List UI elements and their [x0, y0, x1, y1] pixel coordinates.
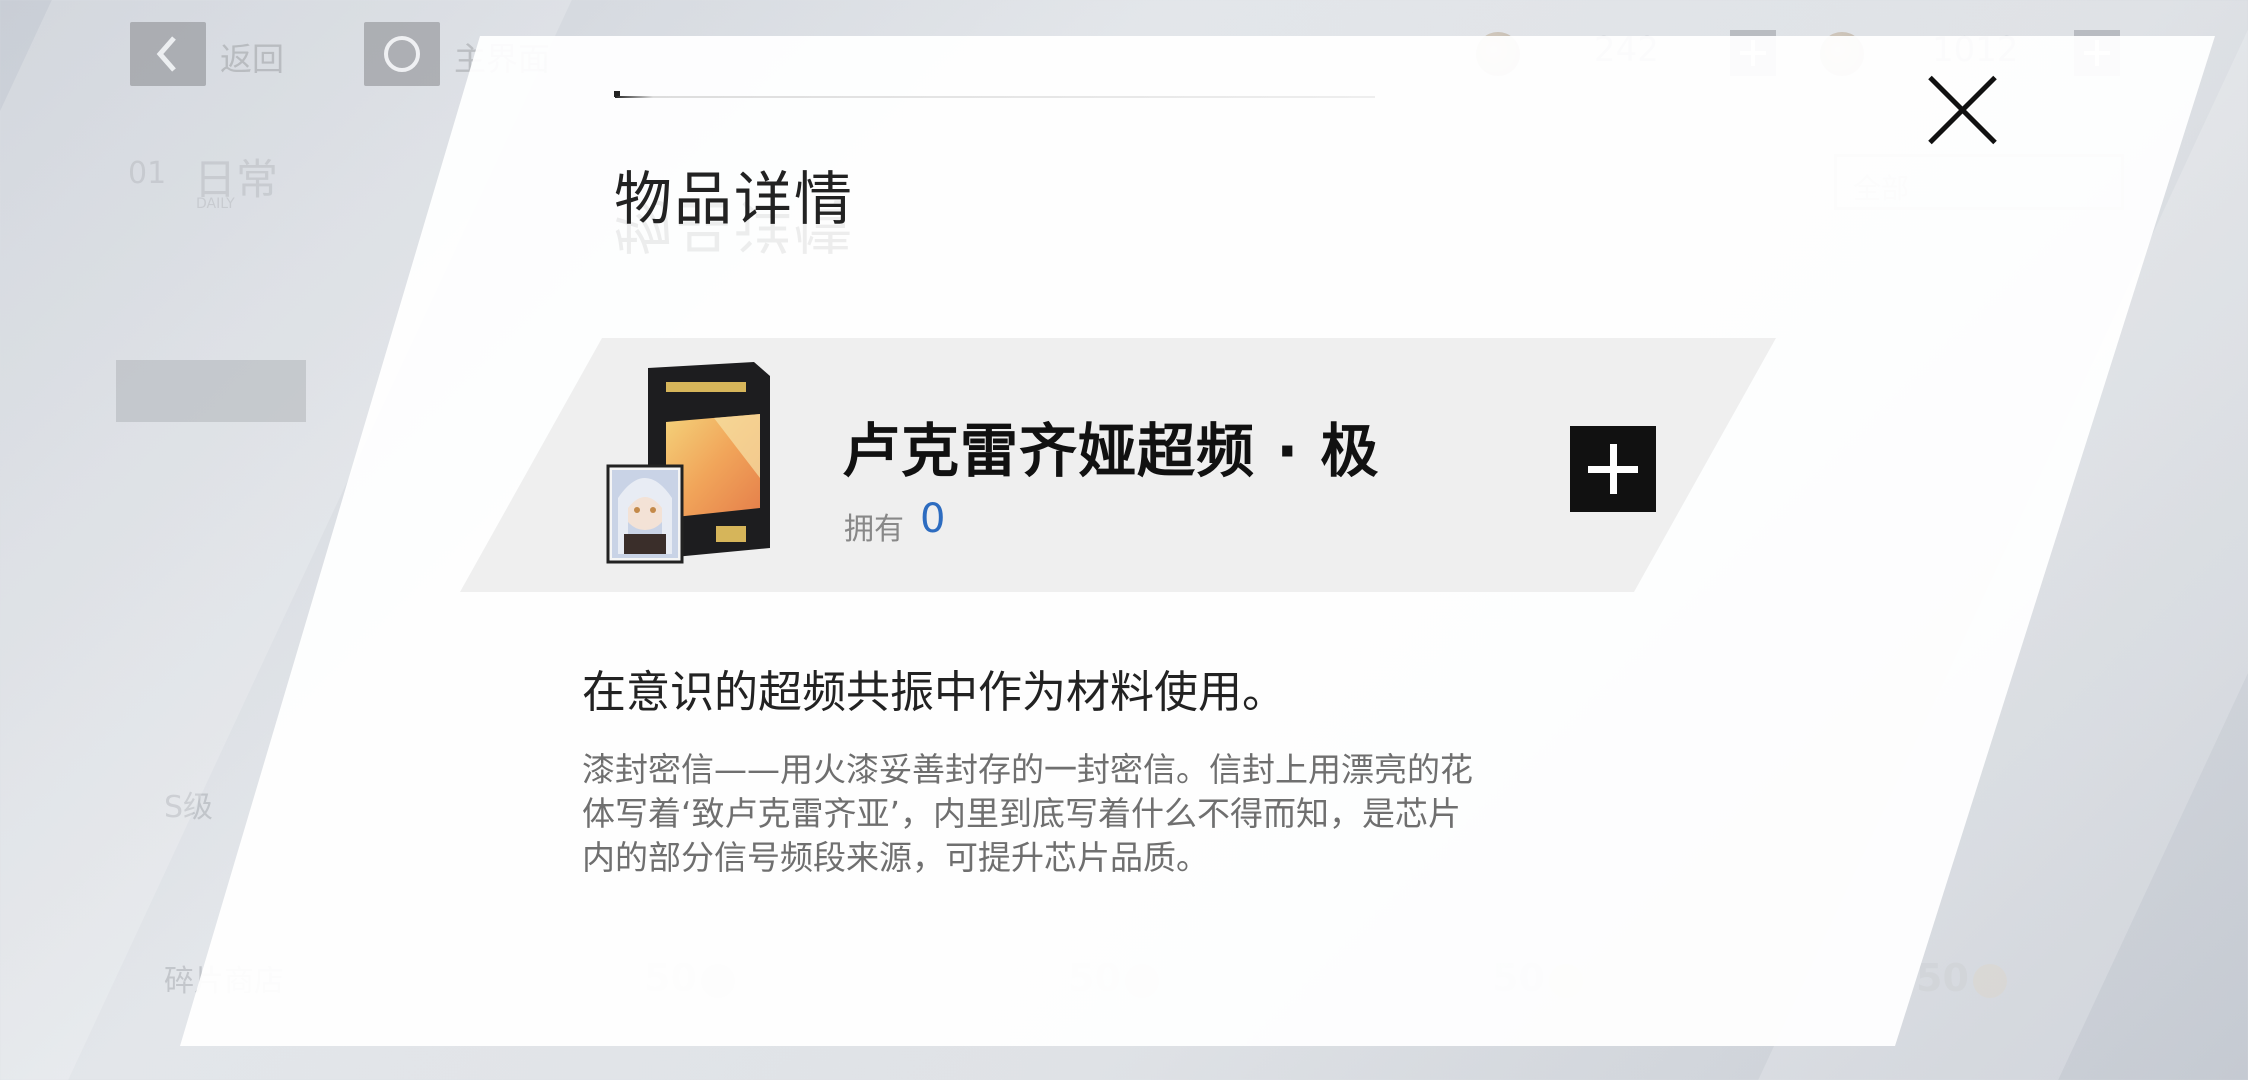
item-description: 漆封密信——用火漆妥善封存的一封密信。信封上用漂亮的花体写着‘致卢克雷齐亚’，内… — [582, 750, 1473, 877]
item-usage-text: 在意识的超频共振中作为材料使用。 — [582, 667, 1286, 718]
punishing-box-icon — [606, 362, 770, 564]
owned-count: 0 — [920, 496, 946, 542]
add-item-button[interactable] — [1570, 426, 1656, 512]
title-divider — [615, 96, 1375, 98]
dialog-title-reflection: 物品详情 — [614, 191, 855, 259]
owned-label: 拥有 — [844, 512, 904, 547]
close-button[interactable] — [1924, 70, 2004, 150]
item-name: 卢克雷齐娅超频 · 极 — [842, 417, 1380, 485]
